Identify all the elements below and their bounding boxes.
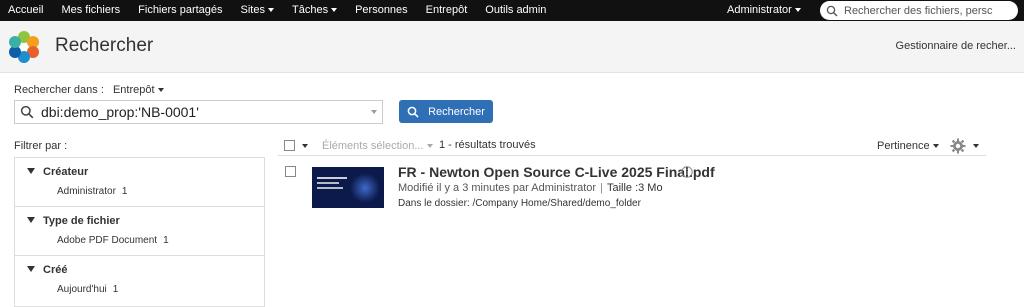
chevron-down-icon[interactable] — [302, 144, 308, 148]
facet-item-label: Administrator — [57, 186, 116, 197]
nav-my-files-label: Mes fichiers — [61, 4, 121, 16]
search-manager-link[interactable]: Gestionnaire de recher... — [896, 40, 1016, 52]
search-in-label: Rechercher dans : — [14, 84, 104, 96]
nav-repository-label: Entrepôt — [425, 4, 468, 16]
search-scope-row: Rechercher dans : Entrepôt — [14, 84, 164, 96]
chevron-down-icon — [426, 144, 433, 149]
selected-items-menu[interactable]: Éléments sélection... — [322, 140, 433, 152]
filter-panel: Créateur Administrator 1 Type de fichier … — [14, 157, 265, 307]
document-modified: Modifié il y a 3 minutes par Administrat… — [398, 182, 597, 194]
user-menu[interactable]: Administrator — [727, 0, 801, 21]
document-title-link[interactable]: FR - Newton Open Source C-Live 2025 Fina… — [398, 164, 715, 180]
nav-home[interactable]: Accueil — [0, 0, 52, 21]
chevron-down-icon[interactable] — [371, 110, 377, 114]
search-scope-dropdown[interactable]: Entrepôt — [113, 84, 164, 96]
facet-title[interactable]: Type de fichier — [27, 215, 120, 227]
document-folder: Dans le dossier: /Company Home/Shared/de… — [398, 198, 641, 209]
facet-item-label: Adobe PDF Document — [57, 235, 158, 246]
thumbnail-line — [317, 177, 347, 179]
nav-people[interactable]: Personnes — [346, 0, 417, 21]
chevron-down-icon — [331, 8, 338, 13]
facet-title-label: Type de fichier — [43, 215, 120, 227]
facet-item[interactable]: Aujourd'hui 1 — [57, 284, 118, 295]
facet-file-type: Type de fichier Adobe PDF Document 1 — [15, 207, 264, 256]
facet-creator: Créateur Administrator 1 — [15, 158, 264, 207]
results-toolbar: Éléments sélection... 1 - résultats trou… — [278, 136, 986, 156]
nav-admin-tools-label: Outils admin — [485, 4, 547, 16]
search-icon — [20, 105, 34, 119]
results-count: 1 - résultats trouvés — [439, 139, 536, 151]
nav-shared-files-label: Fichiers partagés — [138, 4, 223, 16]
nav-people-label: Personnes — [355, 4, 408, 16]
nav-sites[interactable]: Sites — [232, 0, 283, 21]
facet-item-count: 1 — [121, 186, 128, 197]
nav-repository[interactable]: Entrepôt — [417, 0, 477, 21]
search-scope-value: Entrepôt — [112, 84, 155, 96]
nav-tasks[interactable]: Tâches — [283, 0, 346, 21]
search-button-label: Rechercher — [428, 105, 485, 118]
nav-home-label: Accueil — [8, 4, 44, 16]
triangle-down-icon — [27, 217, 35, 223]
document-meta: Modifié il y a 3 minutes par Administrat… — [398, 182, 663, 194]
top-nav-bar: Accueil Mes fichiers Fichiers partagés S… — [0, 0, 1024, 21]
thumbnail-line — [317, 182, 339, 184]
nav-my-files[interactable]: Mes fichiers — [52, 0, 129, 21]
facet-item-label: Aujourd'hui — [57, 284, 107, 295]
alfresco-logo — [9, 31, 39, 63]
document-size: Taille :3 Mo — [606, 182, 663, 194]
facet-title-label: Créé — [43, 264, 68, 276]
info-icon[interactable] — [681, 166, 693, 178]
gear-icon[interactable] — [950, 138, 966, 154]
search-icon — [826, 5, 838, 16]
search-icon — [407, 106, 419, 118]
thumbnail-graphic — [350, 173, 380, 203]
page-title: Rechercher — [55, 35, 154, 56]
chevron-down-icon — [268, 8, 274, 13]
sort-dropdown[interactable]: Pertinence — [877, 140, 939, 152]
facet-created: Créé Aujourd'hui 1 — [15, 256, 264, 305]
facet-title[interactable]: Créateur — [27, 166, 88, 178]
document-thumbnail[interactable] — [312, 167, 384, 208]
sort-label: Pertinence — [877, 140, 930, 152]
meta-separator: | — [600, 182, 603, 194]
facet-title[interactable]: Créé — [27, 264, 67, 276]
result-checkbox[interactable] — [285, 166, 296, 177]
facet-item[interactable]: Adobe PDF Document 1 — [57, 235, 169, 246]
nav-sites-label: Sites — [240, 4, 265, 16]
facet-item-count: 1 — [112, 284, 119, 295]
page-header: Rechercher Gestionnaire de recher... — [0, 21, 1024, 73]
search-button[interactable]: Rechercher — [399, 100, 493, 123]
facet-item[interactable]: Administrator 1 — [57, 186, 127, 197]
nav-tasks-label: Tâches — [292, 4, 329, 16]
search-query-field[interactable]: dbi:demo_prop:'NB-0001' — [14, 100, 383, 124]
thumbnail-line — [317, 187, 343, 189]
select-all-checkbox[interactable] — [284, 140, 295, 151]
chevron-down-icon — [157, 88, 164, 93]
triangle-down-icon — [27, 266, 35, 272]
nav-admin-tools[interactable]: Outils admin — [476, 0, 555, 21]
chevron-down-icon — [932, 144, 939, 149]
facet-title-label: Créateur — [43, 166, 89, 178]
selected-items-label: Éléments sélection... — [322, 140, 424, 152]
user-name: Administrator — [727, 4, 792, 16]
triangle-down-icon — [27, 168, 35, 174]
search-query-text: dbi:demo_prop:'NB-0001' — [41, 104, 199, 120]
facet-item-count: 1 — [163, 235, 169, 246]
chevron-down-icon — [794, 8, 801, 13]
global-search — [820, 1, 1018, 20]
global-search-input[interactable] — [844, 4, 1014, 17]
nav-shared-files[interactable]: Fichiers partagés — [129, 0, 231, 21]
chevron-down-icon[interactable] — [973, 144, 979, 148]
filter-label: Filtrer par : — [14, 140, 68, 152]
